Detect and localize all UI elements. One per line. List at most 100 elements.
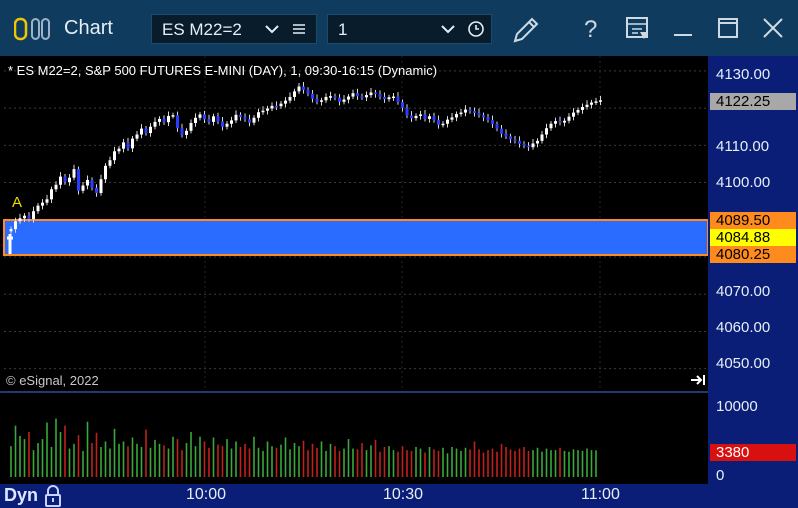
candle-body	[140, 128, 143, 135]
volume-bar	[356, 449, 359, 477]
volume-bar	[568, 451, 570, 477]
help-icon[interactable]: ?	[580, 15, 604, 43]
volume-bar	[397, 451, 399, 477]
volume-bar	[190, 431, 192, 477]
close-icon[interactable]	[760, 15, 786, 41]
dynamic-mode-label[interactable]: Dyn	[4, 485, 38, 506]
page-settings-icon[interactable]	[625, 15, 651, 41]
candle-body	[590, 102, 593, 105]
candle-body	[63, 176, 67, 183]
volume-bar	[536, 447, 539, 477]
volume-bar	[262, 450, 264, 477]
symbol-dropdown[interactable]: ES M22=2	[151, 14, 317, 44]
candle-body	[284, 100, 287, 104]
volume-bar	[586, 448, 588, 477]
last-price-tag: 4122.25	[710, 93, 796, 110]
chart-area[interactable]: * ES M22=2, S&P 500 FUTURES E-MINI (DAY)…	[0, 56, 798, 484]
volume-bar	[527, 450, 530, 477]
volume-bar	[473, 441, 476, 477]
candle-body	[396, 96, 400, 103]
volume-bar	[491, 448, 494, 477]
candle-body	[374, 92, 377, 94]
volume-bar	[68, 448, 71, 477]
volume-bar	[298, 446, 300, 477]
volume-bar	[37, 443, 39, 477]
candle-body	[518, 140, 521, 144]
volume-bar	[280, 444, 282, 477]
clock-icon[interactable]	[467, 20, 485, 38]
candle-body	[410, 115, 413, 119]
candle-body	[450, 117, 454, 120]
candle-body	[131, 138, 134, 149]
volume-bar	[104, 441, 107, 477]
volume-bar	[352, 448, 354, 477]
volume-bar	[505, 446, 507, 477]
candle-body	[446, 119, 449, 124]
volume-bar	[451, 446, 453, 477]
band-bottom-tag: 4080.25	[710, 246, 796, 263]
candle-body	[599, 100, 602, 102]
candle-body	[171, 115, 175, 117]
candle-body	[198, 114, 202, 118]
candle-body	[180, 128, 184, 135]
candle-body	[23, 215, 26, 219]
price-scale[interactable]	[708, 56, 798, 484]
candle-body	[401, 102, 404, 108]
candle-body	[329, 96, 332, 98]
volume-bar	[73, 443, 75, 477]
lock-icon[interactable]	[44, 485, 62, 507]
candle-body	[153, 121, 157, 127]
candle-body	[77, 169, 80, 191]
candle-body	[360, 96, 364, 98]
volume-bar	[19, 435, 21, 477]
volume-bar	[149, 447, 152, 477]
volume-bar	[455, 448, 458, 477]
pencil-draw-icon[interactable]	[511, 13, 543, 45]
candle-body	[333, 96, 337, 98]
volume-bar	[239, 446, 242, 477]
volume-bar	[185, 443, 188, 477]
scroll-to-end-icon[interactable]	[691, 375, 705, 385]
price-tick-label: 4110.00	[716, 138, 770, 155]
minimize-icon[interactable]	[670, 15, 696, 41]
candle-body	[275, 105, 278, 108]
candle-body	[252, 117, 256, 123]
volume-bar	[500, 443, 503, 477]
candle-body	[189, 123, 193, 131]
candle-body	[248, 119, 251, 123]
volume-bar	[46, 422, 48, 477]
volume-bar	[487, 450, 489, 477]
volume-bar	[559, 447, 561, 477]
candle-body	[459, 112, 463, 115]
candle-body	[549, 123, 553, 129]
volume-bar	[347, 439, 350, 477]
chevron-down-icon[interactable]	[440, 23, 456, 35]
volume-bar	[221, 446, 224, 477]
maximize-icon[interactable]	[715, 15, 741, 41]
candle-body	[18, 218, 22, 222]
candle-body	[558, 121, 562, 123]
candle-body	[225, 123, 229, 127]
list-icon[interactable]	[292, 22, 306, 36]
price-tick-label: 4100.00	[716, 174, 771, 191]
volume-bar	[95, 432, 98, 477]
volume-bar	[257, 447, 260, 477]
candle-body	[482, 115, 485, 118]
candle-body	[554, 121, 557, 124]
candle-body	[477, 112, 481, 116]
volume-bar	[10, 446, 12, 477]
interval-dropdown[interactable]: 1	[327, 14, 492, 44]
volume-bar	[55, 418, 57, 477]
candle-body	[567, 116, 571, 121]
chevron-down-icon[interactable]	[264, 23, 280, 35]
candle-body	[216, 116, 220, 122]
volume-bar	[172, 436, 174, 477]
volume-bar	[383, 446, 386, 477]
price-candles	[9, 82, 602, 234]
candle-body	[563, 120, 566, 123]
volume-bar	[77, 435, 80, 477]
price-chart-canvas[interactable]	[0, 56, 798, 484]
candle-body	[230, 120, 233, 124]
volume-bar	[271, 446, 273, 477]
candle-body	[54, 184, 58, 190]
